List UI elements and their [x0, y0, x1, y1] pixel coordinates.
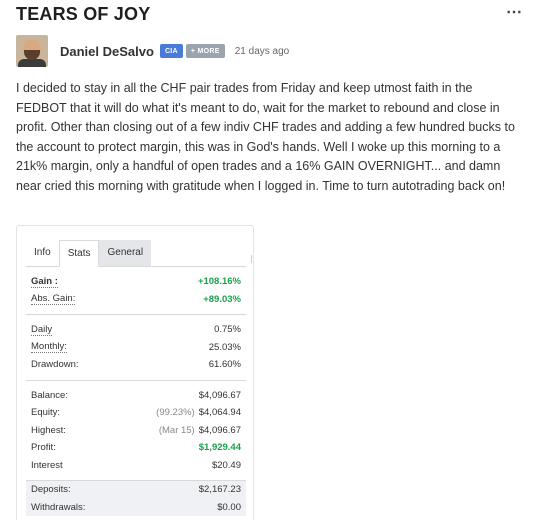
stat-label: Abs. Gain: [31, 293, 76, 306]
stat-row-balance: Balance: $4,096.67 [26, 387, 246, 405]
stat-row-gain: Gain : +108.16% [26, 273, 246, 291]
stat-label: Profit: [31, 442, 56, 454]
deposit-group: Deposits: $2,167.23 Withdrawals: $0.00 [26, 481, 246, 516]
stat-value: $4,064.94 [198, 407, 241, 419]
stat-label: Deposits: [31, 484, 71, 496]
stat-label: Monthly: [31, 341, 67, 354]
avatar[interactable] [16, 35, 48, 67]
stat-label: Withdrawals: [31, 501, 86, 513]
scroll-edge [251, 255, 252, 263]
rate-group: Daily 0.75% Monthly: 25.03% Drawdown: 61… [26, 321, 246, 374]
stat-value: 61.60% [208, 359, 241, 371]
author-row: Daniel DeSalvo CIA + MORE 21 days ago [16, 35, 289, 67]
post-body: I decided to stay in all the CHF pair tr… [16, 81, 515, 193]
stat-value: 0.75% [214, 324, 241, 336]
stat-row-highest: Highest: (Mar 15) $4,096.67 [26, 422, 246, 440]
stat-row-profit: Profit: $1,929.44 [26, 439, 246, 457]
tab-info[interactable]: Info [26, 240, 59, 266]
balance-group: Balance: $4,096.67 Equity: (99.23%) $4,06… [26, 386, 246, 475]
stat-value: $4,096.67 [198, 389, 241, 401]
badge-more[interactable]: + MORE [185, 44, 225, 58]
stat-value: $2,167.23 [198, 484, 241, 496]
stat-row-abs-gain: Abs. Gain: +89.03% [26, 291, 246, 309]
stat-label: Balance: [31, 389, 68, 401]
stat-row-equity: Equity: (99.23%) $4,064.94 [26, 404, 246, 422]
stat-label: Equity: [31, 407, 61, 419]
stat-value: +89.03% [203, 293, 241, 305]
stat-value: 25.03% [208, 341, 241, 353]
stat-value: $4,096.67 [198, 424, 241, 436]
stat-value: +108.16% [197, 276, 241, 288]
stat-note: (99.23%) [156, 407, 195, 419]
stats-widget-image[interactable]: Info Stats General Gain : +108.16% Abs. … [16, 225, 254, 520]
stat-row-withdrawals: Withdrawals: $0.00 [26, 499, 246, 517]
author-name[interactable]: Daniel DeSalvo [60, 44, 154, 59]
tab-stats[interactable]: Stats [58, 240, 100, 267]
badge-cia[interactable]: CIA [159, 44, 183, 58]
stat-row-monthly: Monthly: 25.03% [26, 339, 246, 357]
stat-row-drawdown: Drawdown: 61.60% [26, 356, 246, 374]
stat-label: Drawdown: [31, 359, 79, 371]
stat-label: Interest [31, 459, 63, 471]
stat-label: Daily [31, 323, 53, 336]
post-title: TEARS OF JOY [16, 4, 151, 24]
stat-label: Highest: [31, 424, 66, 436]
more-options-icon[interactable]: ⋯ [506, 2, 523, 22]
stat-row-deposits: Deposits: $2,167.23 [26, 481, 246, 499]
stat-label: Gain : [31, 275, 58, 288]
stat-value: $20.49 [211, 459, 241, 471]
stats-tabs: Info Stats General [26, 240, 246, 267]
tab-general[interactable]: General [99, 240, 152, 266]
stat-value: $0.00 [217, 501, 241, 513]
stat-row-interest: Interest $20.49 [26, 457, 246, 475]
stat-value: $1,929.44 [198, 442, 241, 454]
gain-group: Gain : +108.16% Abs. Gain: +89.03% [26, 273, 246, 308]
stat-row-daily: Daily 0.75% [26, 321, 246, 339]
stat-note: (Mar 15) [158, 424, 195, 436]
post-timestamp: 21 days ago [234, 45, 290, 57]
